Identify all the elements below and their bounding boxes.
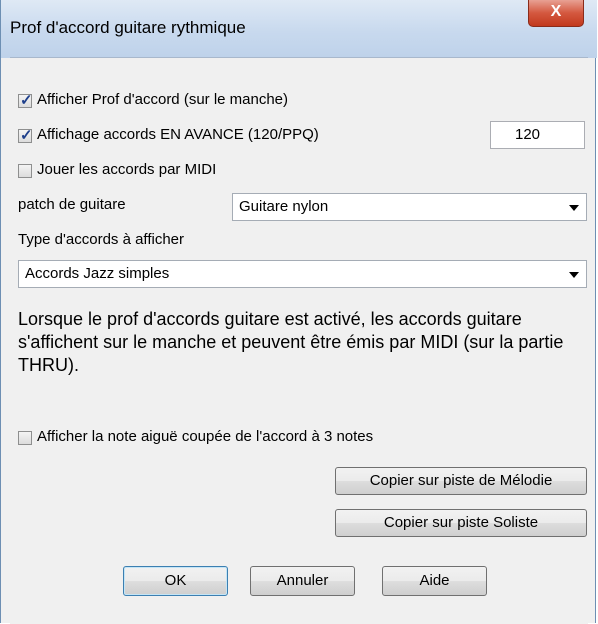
close-button[interactable]: X	[528, 0, 584, 27]
guitar-patch-select[interactable]: Guitare nylon	[232, 193, 587, 221]
guitar-patch-label: patch de guitare	[18, 196, 126, 213]
play-chords-midi-checkbox[interactable]	[18, 164, 32, 178]
dialog-window: Prof d'accord guitare rythmique X ✓ Affi…	[0, 0, 597, 624]
show-chord-tutor-checkbox[interactable]: ✓	[18, 92, 33, 109]
title-bar: Prof d'accord guitare rythmique X	[1, 0, 597, 58]
window-title: Prof d'accord guitare rythmique	[10, 18, 246, 37]
checkmark-icon: ✓	[20, 92, 33, 109]
show-chords-ahead-checkbox[interactable]: ✓	[18, 127, 33, 144]
ahead-ppq-input[interactable]: 120	[490, 121, 585, 149]
chord-type-value: Accords Jazz simples	[25, 265, 170, 282]
chord-type-select[interactable]: Accords Jazz simples	[18, 260, 587, 288]
description-text: Lorsque le prof d'accords guitare est ac…	[18, 309, 564, 375]
ok-button[interactable]: OK	[123, 566, 228, 596]
play-chords-midi-label: Jouer les accords par MIDI	[37, 161, 217, 178]
chevron-down-icon	[569, 272, 579, 278]
show-high-note-label: Afficher la note aiguë coupée de l'accor…	[37, 428, 374, 445]
copy-to-soloist-button[interactable]: Copier sur piste Soliste	[335, 509, 587, 537]
copy-to-melody-button[interactable]: Copier sur piste de Mélodie	[335, 467, 587, 495]
show-high-note-checkbox[interactable]	[18, 431, 32, 445]
chevron-down-icon	[569, 205, 579, 211]
help-button[interactable]: Aide	[382, 566, 487, 596]
dialog-body: ✓ Afficher Prof d'accord (sur le manche)…	[10, 57, 588, 624]
cancel-button[interactable]: Annuler	[250, 566, 355, 596]
guitar-patch-value: Guitare nylon	[239, 198, 329, 215]
checkmark-icon: ✓	[20, 127, 33, 144]
chord-type-label: Type d'accords à afficher	[18, 231, 185, 248]
show-chords-ahead-label: Affichage accords EN AVANCE (120/PPQ)	[37, 126, 319, 143]
show-chord-tutor-label: Afficher Prof d'accord (sur le manche)	[37, 91, 289, 108]
